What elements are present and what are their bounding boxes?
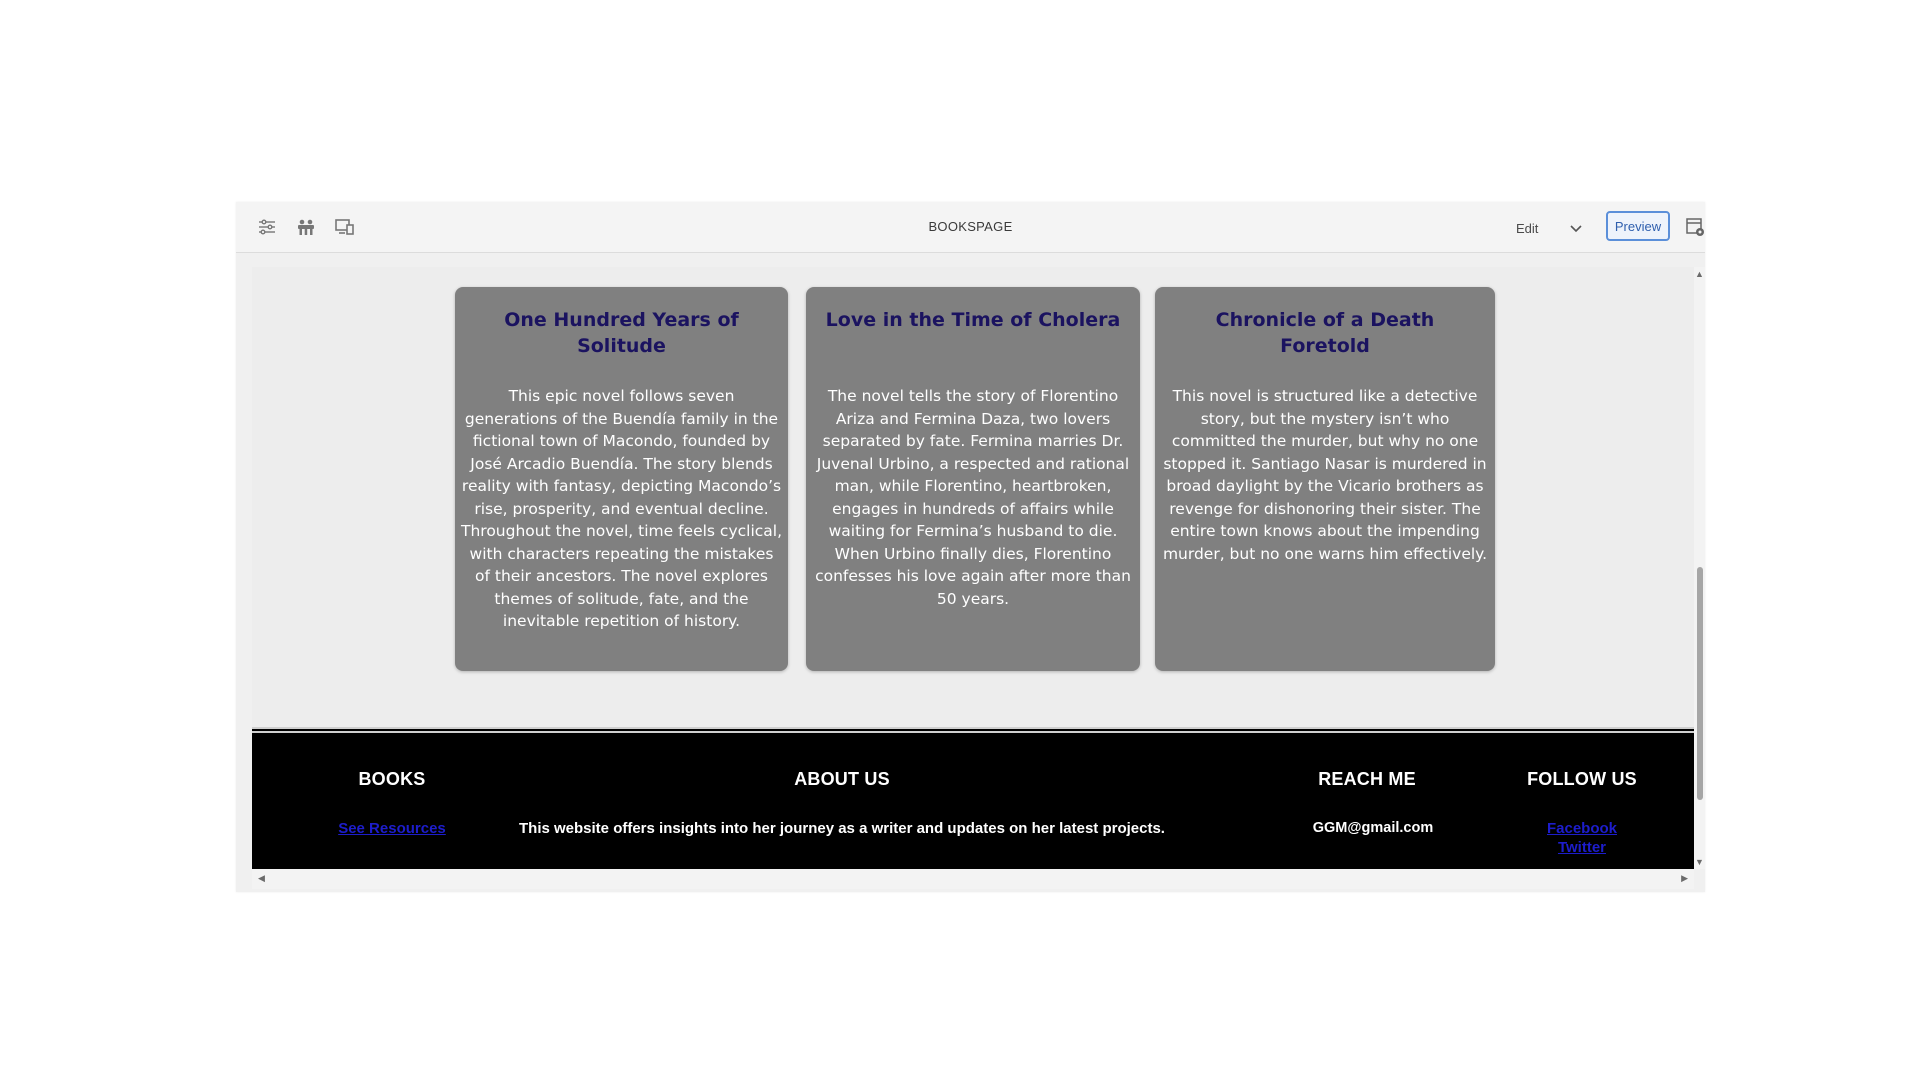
page-canvas[interactable]: One Hundred Years of Solitude This epic …: [252, 267, 1694, 869]
horizontal-scrollbar[interactable]: ◀ ▶: [252, 869, 1694, 889]
footer-heading: FOLLOW US: [1527, 769, 1637, 789]
book-description: This novel is structured like a detectiv…: [1162, 387, 1488, 563]
book-description: This epic novel follows seven generation…: [461, 387, 783, 630]
preview-button[interactable]: Preview: [1606, 211, 1670, 241]
footer-about: ABOUT US This website offers insights in…: [492, 769, 1192, 837]
footer-heading: BOOKS: [358, 769, 426, 789]
scroll-up-icon[interactable]: ▲: [1695, 269, 1704, 279]
about-text: This website offers insights into her jo…: [519, 820, 1165, 837]
editor-toolbar: BOOKSPAGE Edit Preview: [236, 202, 1705, 253]
book-cards: One Hundred Years of Solitude This epic …: [252, 287, 1694, 677]
twitter-link[interactable]: Twitter: [1492, 839, 1672, 856]
book-description: The novel tells the story of Florentino …: [815, 387, 1131, 608]
scroll-right-icon[interactable]: ▶: [1681, 873, 1688, 884]
page-settings-icon[interactable]: [1686, 217, 1705, 237]
vertical-scroll-thumb[interactable]: [1697, 567, 1703, 800]
book-title: Love in the Time of Cholera: [825, 309, 1121, 331]
book-card: Love in the Time of Cholera The novel te…: [806, 287, 1140, 671]
facebook-link[interactable]: Facebook: [1492, 820, 1672, 837]
book-title: One Hundred Years of Solitude: [504, 309, 739, 357]
see-resources-link[interactable]: See Resources: [292, 820, 492, 837]
book-title: Chronicle of a Death Foretold: [1215, 309, 1435, 357]
vertical-scrollbar[interactable]: ▲ ▼: [1694, 267, 1705, 869]
footer-reach: REACH ME GGM@gmail.com: [1252, 769, 1482, 836]
footer-heading: ABOUT US: [794, 769, 890, 789]
editor-window: BOOKSPAGE Edit Preview One Hundred Years…: [236, 202, 1705, 892]
footer-follow: FOLLOW US Facebook Twitter: [1492, 769, 1672, 856]
footer-heading: REACH ME: [1318, 769, 1416, 789]
mode-select-value: Edit: [1516, 220, 1539, 236]
footer-books: BOOKS See Resources: [292, 769, 492, 837]
chevron-down-icon: [1570, 221, 1582, 236]
scroll-down-icon[interactable]: ▼: [1695, 857, 1704, 867]
site-footer: BOOKS See Resources ABOUT US This websit…: [252, 727, 1694, 869]
book-card: Chronicle of a Death Foretold This novel…: [1155, 287, 1495, 671]
scroll-left-icon[interactable]: ◀: [258, 873, 265, 884]
contact-email: GGM@gmail.com: [1312, 820, 1434, 836]
page-title: BOOKSPAGE: [928, 219, 1013, 234]
mode-select[interactable]: Edit: [1516, 218, 1582, 238]
book-card: One Hundred Years of Solitude This epic …: [455, 287, 788, 671]
